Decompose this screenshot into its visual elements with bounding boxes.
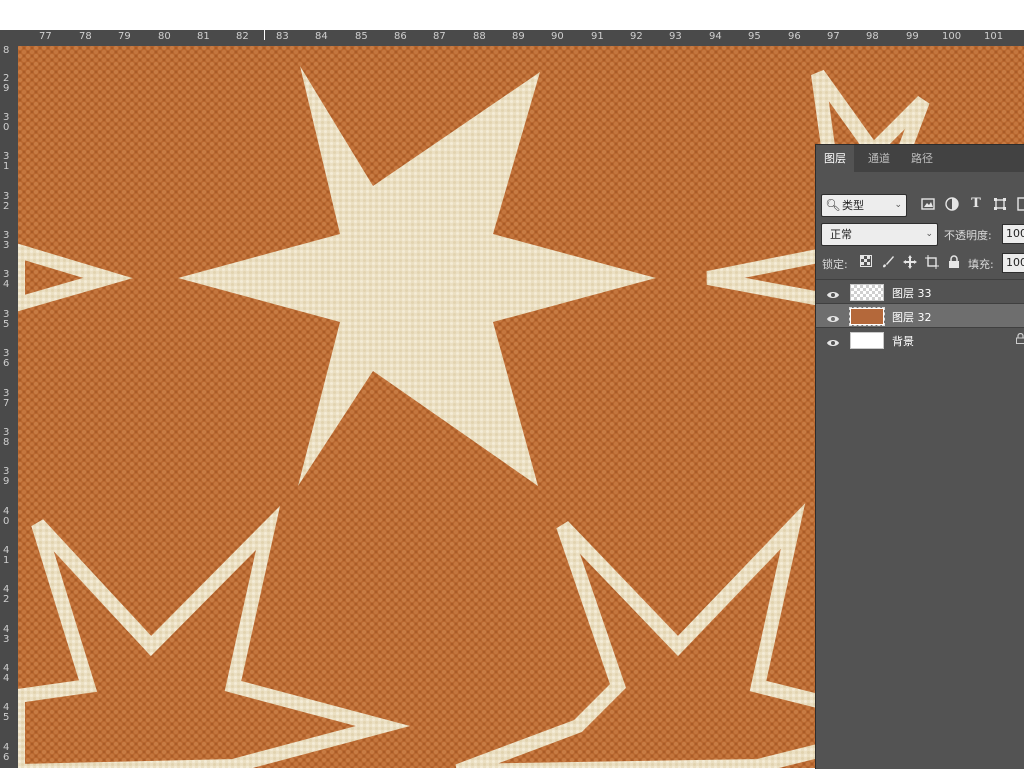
ruler-label: 94: [709, 31, 722, 42]
ruler-label: 34: [3, 270, 11, 290]
ruler-label: 30: [3, 113, 11, 133]
ruler-label: 86: [394, 31, 407, 42]
shape-filter-icon[interactable]: [992, 197, 1008, 213]
layer-thumbnail: [850, 332, 884, 349]
blend-mode-select[interactable]: 正常 ⌄: [821, 223, 938, 246]
photoshop-window: 77 78 79 80 81 82 83 84 85 86 87 88 89 9…: [0, 0, 1024, 768]
panel-tabs: 图层 通道 路径: [816, 145, 1024, 172]
ruler-label: 100: [942, 31, 961, 42]
ruler-label: 83: [276, 31, 289, 42]
ruler-label: 82: [236, 31, 249, 42]
cursor-position-marker: [264, 30, 265, 40]
ruler-label: 35: [3, 310, 11, 330]
ruler-label: 85: [355, 31, 368, 42]
eye-icon[interactable]: [826, 310, 840, 322]
lock-icon: [1016, 333, 1024, 347]
ruler-label: 78: [79, 31, 92, 42]
opacity-label: 不透明度:: [944, 227, 992, 243]
ruler-corner[interactable]: [0, 30, 18, 46]
ruler-label: 93: [669, 31, 682, 42]
ruler-label: 87: [433, 31, 446, 42]
ruler-label: 90: [551, 31, 564, 42]
layer-thumbnail: [850, 284, 884, 301]
adjustment-filter-icon[interactable]: [944, 197, 960, 213]
tab-paths[interactable]: 路径: [903, 145, 941, 172]
opacity-field[interactable]: 100%: [1002, 224, 1024, 244]
lock-transparent-icon[interactable]: [858, 255, 874, 271]
ruler-label: 45: [3, 703, 11, 723]
ruler-label: 81: [197, 31, 210, 42]
ruler-label: 40: [3, 507, 11, 527]
ruler-label: 29: [3, 74, 11, 94]
layers-panel: 图层 通道 路径 🔍︎ 类型 ⌄ T: [815, 144, 1024, 769]
blend-mode-value: 正常: [830, 224, 852, 245]
ruler-label: 42: [3, 585, 11, 605]
ruler-label: 101: [984, 31, 1003, 42]
lock-label: 锁定:: [822, 256, 848, 272]
lock-row: 锁定: 填充: 100%: [816, 251, 1024, 275]
ruler-label: 41: [3, 546, 11, 566]
ruler-label: 97: [827, 31, 840, 42]
tab-channels[interactable]: 通道: [860, 145, 898, 172]
smart-object-filter-icon[interactable]: [1015, 197, 1024, 213]
chevron-down-icon: ⌄: [894, 195, 902, 216]
fill-label: 填充:: [968, 256, 994, 272]
ruler-label: 38: [3, 428, 11, 448]
ruler-label: 32: [3, 192, 11, 212]
layer-row-background[interactable]: 背景: [816, 327, 1024, 352]
ruler-label: 36: [3, 349, 11, 369]
layer-row-32[interactable]: 图层 32: [816, 303, 1024, 328]
ruler-label: 84: [315, 31, 328, 42]
filter-kind-select[interactable]: 🔍︎ 类型 ⌄: [821, 194, 907, 217]
blend-row: 正常 ⌄ 不透明度: 100%: [816, 222, 1024, 246]
ruler-label: 8: [3, 46, 13, 56]
ruler-label: 88: [473, 31, 486, 42]
layer-row-33[interactable]: 图层 33: [816, 279, 1024, 304]
fill-field[interactable]: 100%: [1002, 253, 1024, 273]
ruler-label: 39: [3, 467, 11, 487]
chevron-down-icon: ⌄: [925, 224, 933, 245]
vertical-ruler[interactable]: 8 29 30 31 32 33 34 35 36 37 38 39 40 41…: [0, 46, 19, 768]
lock-artboard-icon[interactable]: [924, 255, 940, 271]
ruler-label: 77: [39, 31, 52, 42]
ruler-label: 92: [630, 31, 643, 42]
text-filter-icon[interactable]: T: [968, 196, 984, 212]
top-strip: [0, 0, 1024, 30]
ruler-label: 33: [3, 231, 11, 251]
layer-name: 图层 33: [892, 285, 932, 301]
layer-name: 背景: [892, 333, 914, 349]
ruler-label: 46: [3, 743, 11, 763]
ruler-label: 91: [591, 31, 604, 42]
layer-thumbnail: [850, 308, 884, 325]
ruler-label: 96: [788, 31, 801, 42]
ruler-label: 80: [158, 31, 171, 42]
ruler-label: 37: [3, 389, 11, 409]
search-icon: 🔍︎: [825, 197, 841, 213]
ruler-label: 79: [118, 31, 131, 42]
ruler-label: 98: [866, 31, 879, 42]
lock-position-icon[interactable]: [902, 255, 918, 271]
ruler-label: 99: [906, 31, 919, 42]
ruler-label: 43: [3, 625, 11, 645]
ruler-label: 31: [3, 152, 11, 172]
eye-icon[interactable]: [826, 334, 840, 346]
eye-icon[interactable]: [826, 286, 840, 298]
layer-name: 图层 32: [892, 309, 932, 325]
lock-all-icon[interactable]: [946, 255, 962, 271]
ruler-label: 44: [3, 664, 11, 684]
image-filter-icon[interactable]: [920, 197, 936, 213]
ruler-label: 89: [512, 31, 525, 42]
filter-row: 🔍︎ 类型 ⌄ T: [816, 193, 1024, 217]
tab-layers[interactable]: 图层: [816, 145, 854, 172]
ruler-label: 95: [748, 31, 761, 42]
lock-paint-icon[interactable]: [880, 255, 896, 271]
filter-kind-value: 类型: [842, 195, 864, 216]
horizontal-ruler[interactable]: 77 78 79 80 81 82 83 84 85 86 87 88 89 9…: [18, 30, 1024, 47]
